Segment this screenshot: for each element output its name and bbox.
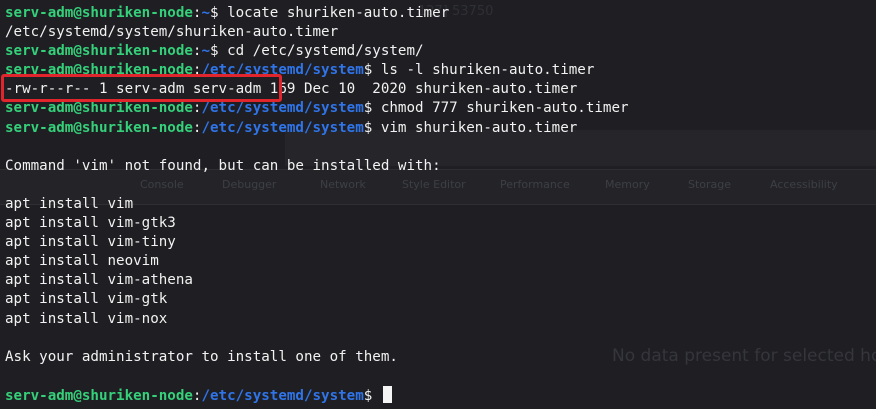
prompt-user-host: serv-adm@shuriken-node — [5, 5, 193, 21]
prompt-symbol: $ — [210, 43, 219, 60]
terminal-line: serv-adm@shuriken-node:~$ cd /etc/system… — [5, 43, 424, 60]
command-text: chmod 777 shuriken-auto.timer — [372, 100, 629, 117]
apt-suggestion: apt install vim-nox — [5, 310, 168, 327]
output-line: Ask your administrator to install one of… — [5, 348, 398, 365]
command-text: cd /etc/systemd/system/ — [218, 43, 424, 60]
prompt-symbol: $ — [363, 387, 373, 404]
output-line: Command 'vim' not found, but can be inst… — [5, 157, 441, 174]
terminal-line: serv-adm@shuriken-node:/etc/systemd/syst… — [5, 119, 578, 136]
terminal-window[interactable]: serv-adm@shuriken-node:~$ locate shurike… — [0, 0, 876, 409]
prompt-user-host: serv-adm@shuriken-node — [5, 119, 193, 136]
command-text: vim shuriken-auto.timer — [372, 119, 578, 136]
prompt-path: /etc/systemd/system — [201, 119, 364, 136]
apt-suggestion: apt install neovim — [5, 253, 159, 270]
apt-suggestion: apt install vim-tiny — [5, 234, 176, 251]
apt-suggestion: apt install vim-gtk — [5, 291, 168, 308]
file-details: 169 Dec 10 2020 shuriken-auto.timer — [261, 81, 578, 98]
prompt-user-host: serv-adm@shuriken-node — [5, 387, 193, 404]
output-line: /etc/systemd/system/shuriken-auto.timer — [5, 24, 339, 41]
terminal-line: serv-adm@shuriken-node:~$ locate shurike… — [5, 5, 450, 21]
apt-suggestion: apt install vim-athena — [5, 272, 193, 289]
command-text: ls -l shuriken-auto.timer — [372, 62, 595, 79]
prompt-user-host: serv-adm@shuriken-node — [5, 100, 193, 117]
command-text: locate shuriken-auto.timer — [218, 5, 450, 21]
prompt-user-host: serv-adm@shuriken-node — [5, 43, 193, 60]
apt-suggestion: apt install vim — [5, 195, 134, 212]
active-prompt-line[interactable]: serv-adm@shuriken-node:/etc/systemd/syst… — [5, 385, 876, 405]
prompt-path: /etc/systemd/system — [201, 387, 364, 404]
prompt-path: /etc/systemd/system — [201, 100, 364, 117]
terminal-line: serv-adm@shuriken-node:/etc/systemd/syst… — [5, 100, 629, 117]
prompt-path: ~ — [201, 43, 211, 60]
prompt-symbol: $ — [210, 5, 219, 21]
prompt-path: ~ — [201, 5, 211, 21]
red-highlight-box — [1, 74, 282, 102]
apt-suggestion: apt install vim-gtk3 — [5, 215, 176, 232]
text-cursor[interactable] — [382, 385, 392, 403]
